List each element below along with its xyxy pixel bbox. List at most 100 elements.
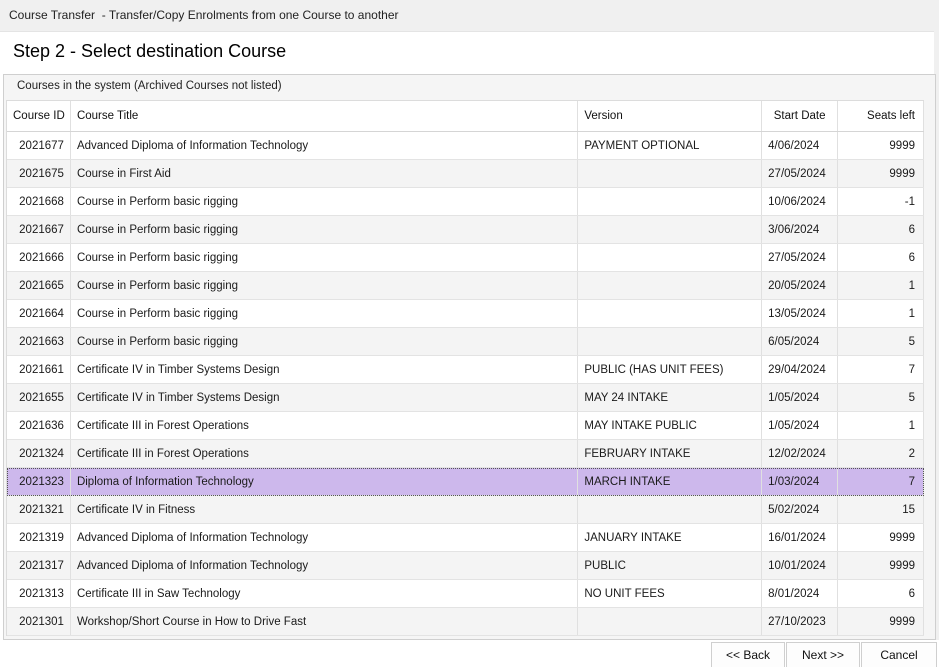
cell-start-date: 3/06/2024 (762, 216, 839, 243)
table-row[interactable]: 2021655 Certificate IV in Timber Systems … (7, 384, 924, 412)
cell-course-title: Certificate IV in Timber Systems Design (71, 356, 579, 383)
next-button[interactable]: Next >> (786, 642, 860, 667)
table-row[interactable]: 2021313 Certificate III in Saw Technology… (7, 580, 924, 608)
table-row[interactable]: 2021664 Course in Perform basic rigging 13… (7, 300, 924, 328)
cell-version (578, 300, 763, 327)
cell-start-date: 29/04/2024 (762, 356, 839, 383)
cell-version: PUBLIC (HAS UNIT FEES) (578, 356, 763, 383)
cell-version (578, 328, 763, 355)
cell-start-date: 5/02/2024 (762, 496, 839, 523)
column-header-seats-left[interactable]: Seats left (838, 101, 924, 131)
cell-version (578, 496, 763, 523)
table-row[interactable]: 2021301 Workshop/Short Course in How to D… (7, 608, 924, 636)
cell-start-date: 6/05/2024 (762, 328, 839, 355)
cell-seats-left: 9999 (838, 160, 924, 187)
table-row[interactable]: 2021668 Course in Perform basic rigging 10… (7, 188, 924, 216)
cell-start-date: 4/06/2024 (762, 132, 839, 159)
cell-start-date: 27/05/2024 (762, 244, 839, 271)
cell-seats-left: 9999 (838, 132, 924, 159)
table-row[interactable]: 2021324 Certificate III in Forest Operati… (7, 440, 924, 468)
table-row[interactable]: 2021677 Advanced Diploma of Information T… (7, 132, 924, 160)
table-row[interactable]: 2021317 Advanced Diploma of Information T… (7, 552, 924, 580)
cell-course-id: 2021317 (7, 552, 71, 579)
cell-course-title: Certificate IV in Fitness (71, 496, 579, 523)
cell-seats-left: 1 (838, 412, 924, 439)
cell-seats-left: 9999 (838, 524, 924, 551)
cell-version: MAY INTAKE PUBLIC (578, 412, 763, 439)
cell-course-id: 2021321 (7, 496, 71, 523)
cell-version (578, 608, 763, 635)
cell-course-title: Course in Perform basic rigging (71, 300, 579, 327)
cell-course-title: Advanced Diploma of Information Technolo… (71, 552, 579, 579)
table-row[interactable]: 2021323 Diploma of Information Technology… (7, 468, 924, 496)
table-row[interactable]: 2021319 Advanced Diploma of Information T… (7, 524, 924, 552)
cell-seats-left: 15 (838, 496, 924, 523)
cell-course-id: 2021636 (7, 412, 71, 439)
cell-version (578, 244, 763, 271)
cell-course-title: Course in First Aid (71, 160, 579, 187)
cell-course-title: Course in Perform basic rigging (71, 328, 579, 355)
table-row[interactable]: 2021675 Course in First Aid 27/05/2024 9999 (7, 160, 924, 188)
cell-version (578, 216, 763, 243)
cell-start-date: 10/06/2024 (762, 188, 839, 215)
cell-start-date: 12/02/2024 (762, 440, 839, 467)
cell-course-id: 2021661 (7, 356, 71, 383)
cell-seats-left: 6 (838, 580, 924, 607)
cell-course-title: Certificate III in Saw Technology (71, 580, 579, 607)
cell-start-date: 1/05/2024 (762, 412, 839, 439)
courses-group-caption: Courses in the system (Archived Courses … (17, 80, 282, 92)
courses-grid[interactable]: Course ID Course Title Version Start Dat… (6, 100, 924, 636)
cancel-button[interactable]: Cancel (861, 642, 937, 667)
cell-course-title: Advanced Diploma of Information Technolo… (71, 132, 579, 159)
table-row[interactable]: 2021321 Certificate IV in Fitness 5/02/202… (7, 496, 924, 524)
cell-start-date: 13/05/2024 (762, 300, 839, 327)
cell-course-id: 2021313 (7, 580, 71, 607)
table-row[interactable]: 2021663 Course in Perform basic rigging 6/… (7, 328, 924, 356)
cell-course-title: Workshop/Short Course in How to Drive Fa… (71, 608, 579, 635)
table-row[interactable]: 2021666 Course in Perform basic rigging 27… (7, 244, 924, 272)
cell-seats-left: 9999 (838, 552, 924, 579)
cell-seats-left: -1 (838, 188, 924, 215)
cell-version: PUBLIC (578, 552, 763, 579)
cell-version: PAYMENT OPTIONAL (578, 132, 763, 159)
column-header-start-date[interactable]: Start Date (762, 101, 839, 131)
cell-seats-left: 9999 (838, 608, 924, 635)
cell-version: JANUARY INTAKE (578, 524, 763, 551)
cell-seats-left: 7 (838, 468, 924, 495)
cell-course-id: 2021668 (7, 188, 71, 215)
table-row[interactable]: 2021665 Course in Perform basic rigging 20… (7, 272, 924, 300)
back-button[interactable]: << Back (711, 642, 785, 667)
cell-course-id: 2021665 (7, 272, 71, 299)
column-header-version[interactable]: Version (578, 101, 763, 131)
cell-version (578, 188, 763, 215)
cell-start-date: 27/05/2024 (762, 160, 839, 187)
window-title: Course Transfer - Transfer/Copy Enrolmen… (9, 8, 399, 22)
cell-seats-left: 7 (838, 356, 924, 383)
cell-version: FEBRUARY INTAKE (578, 440, 763, 467)
cell-seats-left: 5 (838, 384, 924, 411)
cell-course-id: 2021655 (7, 384, 71, 411)
cell-course-title: Course in Perform basic rigging (71, 272, 579, 299)
cell-seats-left: 5 (838, 328, 924, 355)
step-heading: Step 2 - Select destination Course (13, 41, 287, 61)
cell-version: MAY 24 INTAKE (578, 384, 763, 411)
cell-start-date: 20/05/2024 (762, 272, 839, 299)
cell-course-title: Course in Perform basic rigging (71, 244, 579, 271)
cell-course-id: 2021323 (7, 468, 71, 495)
cell-course-title: Certificate III in Forest Operations (71, 440, 579, 467)
cell-course-id: 2021301 (7, 608, 71, 635)
column-header-course-id[interactable]: Course ID (7, 101, 71, 131)
cell-start-date: 16/01/2024 (762, 524, 839, 551)
cell-course-id: 2021319 (7, 524, 71, 551)
cell-seats-left: 2 (838, 440, 924, 467)
cell-course-title: Diploma of Information Technology (71, 468, 579, 495)
cell-course-title: Certificate IV in Timber Systems Design (71, 384, 579, 411)
grid-header-row: Course ID Course Title Version Start Dat… (7, 101, 924, 132)
cell-course-id: 2021677 (7, 132, 71, 159)
column-header-course-title[interactable]: Course Title (71, 101, 579, 131)
table-row[interactable]: 2021636 Certificate III in Forest Operati… (7, 412, 924, 440)
table-row[interactable]: 2021667 Course in Perform basic rigging 3/… (7, 216, 924, 244)
cell-course-title: Course in Perform basic rigging (71, 188, 579, 215)
cell-course-id: 2021666 (7, 244, 71, 271)
table-row[interactable]: 2021661 Certificate IV in Timber Systems … (7, 356, 924, 384)
